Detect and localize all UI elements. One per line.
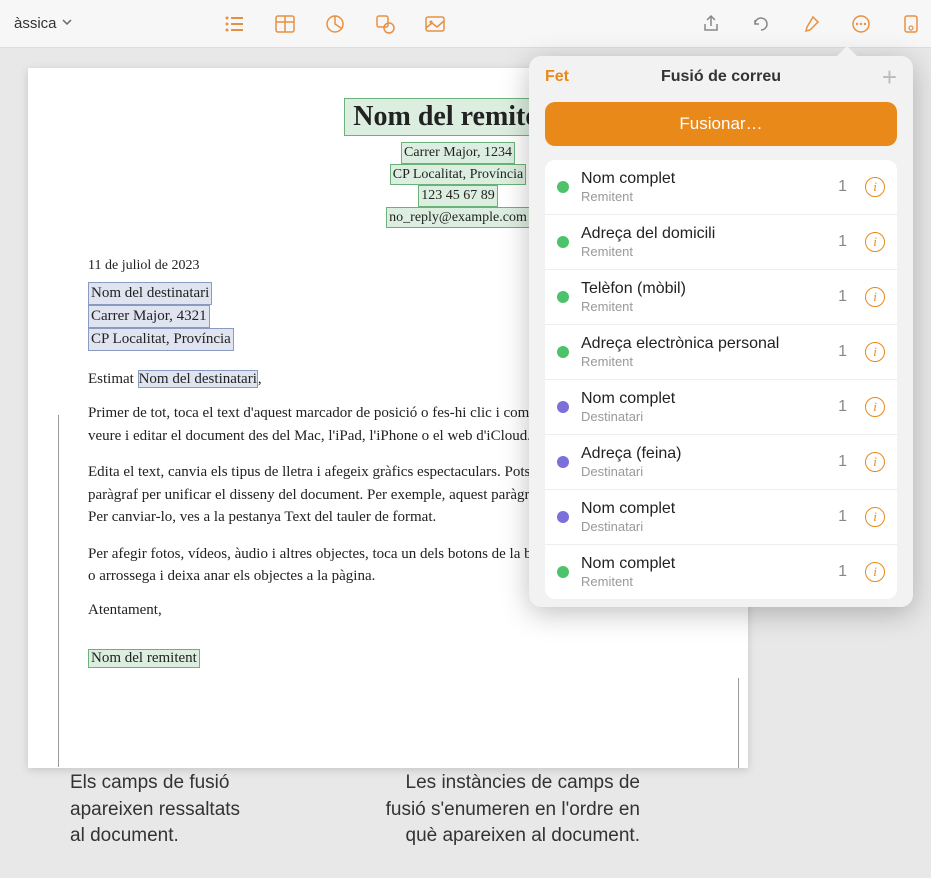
field-name-label: Nom complet bbox=[581, 500, 826, 518]
info-icon[interactable]: i bbox=[865, 342, 885, 362]
merge-field-list: Nom completRemitent1iAdreça del domicili… bbox=[545, 160, 897, 599]
info-icon[interactable]: i bbox=[865, 397, 885, 417]
field-sub-label: Remitent bbox=[581, 354, 826, 369]
shape-icon[interactable] bbox=[373, 12, 397, 36]
merge-field-row[interactable]: Adreça (feina)Destinatari 1i bbox=[545, 435, 897, 490]
merge-field-sender-footer[interactable]: Nom del remitent bbox=[88, 649, 200, 668]
merge-field-recipient-name[interactable]: Nom del destinatari bbox=[88, 282, 212, 305]
info-icon[interactable]: i bbox=[865, 507, 885, 527]
info-icon[interactable]: i bbox=[865, 562, 885, 582]
media-icon[interactable] bbox=[423, 12, 447, 36]
merge-field-row[interactable]: Nom completDestinatari 1i bbox=[545, 380, 897, 435]
callout-line-right bbox=[738, 678, 739, 768]
field-color-dot bbox=[557, 511, 569, 523]
document-settings-icon[interactable] bbox=[899, 12, 923, 36]
field-sub-label: Destinatari bbox=[581, 519, 826, 534]
merge-field-sender-email[interactable]: no_reply@example.com bbox=[386, 207, 530, 229]
merge-button[interactable]: Fusionar… bbox=[545, 102, 897, 146]
list-icon[interactable] bbox=[223, 12, 247, 36]
more-icon[interactable] bbox=[849, 12, 873, 36]
field-text: Nom completDestinatari bbox=[581, 500, 826, 534]
merge-field-sender-phone[interactable]: 123 45 67 89 bbox=[418, 185, 498, 207]
toolbar-center-icons bbox=[223, 12, 447, 36]
field-sub-label: Remitent bbox=[581, 244, 826, 259]
field-color-dot bbox=[557, 401, 569, 413]
salutation-suffix: , bbox=[258, 371, 262, 387]
done-button[interactable]: Fet bbox=[545, 68, 569, 86]
field-sub-label: Remitent bbox=[581, 189, 826, 204]
format-brush-icon[interactable] bbox=[799, 12, 823, 36]
undo-icon[interactable] bbox=[749, 12, 773, 36]
field-count: 1 bbox=[838, 508, 847, 526]
field-name-label: Nom complet bbox=[581, 390, 826, 408]
merge-field-row[interactable]: Telèfon (mòbil)Remitent 1i bbox=[545, 270, 897, 325]
callout-left: Els camps de fusió apareixen ressaltats … bbox=[70, 770, 250, 850]
field-name-label: Adreça (feina) bbox=[581, 445, 826, 463]
merge-field-row[interactable]: Nom completRemitent 1i bbox=[545, 545, 897, 599]
toolbar-right-icons bbox=[699, 12, 923, 36]
field-color-dot bbox=[557, 456, 569, 468]
field-color-dot bbox=[557, 346, 569, 358]
field-name-label: Nom complet bbox=[581, 170, 826, 188]
field-name-label: Telèfon (mòbil) bbox=[581, 280, 826, 298]
field-color-dot bbox=[557, 181, 569, 193]
popover-title: Fusió de correu bbox=[529, 68, 913, 86]
field-color-dot bbox=[557, 291, 569, 303]
info-icon[interactable]: i bbox=[865, 452, 885, 472]
field-color-dot bbox=[557, 566, 569, 578]
field-sub-label: Destinatari bbox=[581, 464, 826, 479]
field-count: 1 bbox=[838, 398, 847, 416]
toolbar-left: àssica bbox=[8, 11, 79, 36]
field-count: 1 bbox=[838, 343, 847, 361]
merge-field-sender-city[interactable]: CP Localitat, Província bbox=[390, 164, 527, 186]
field-name-label: Nom complet bbox=[581, 555, 826, 573]
info-icon[interactable]: i bbox=[865, 177, 885, 197]
merge-field-recipient-city[interactable]: CP Localitat, Província bbox=[88, 328, 234, 351]
field-text: Adreça (feina)Destinatari bbox=[581, 445, 826, 479]
style-label: àssica bbox=[14, 15, 57, 32]
field-count: 1 bbox=[838, 563, 847, 581]
merge-field-sender-street[interactable]: Carrer Major, 1234 bbox=[401, 142, 515, 164]
table-icon[interactable] bbox=[273, 12, 297, 36]
field-sub-label: Destinatari bbox=[581, 409, 826, 424]
field-count: 1 bbox=[838, 453, 847, 471]
field-color-dot bbox=[557, 236, 569, 248]
field-text: Nom completRemitent bbox=[581, 170, 826, 204]
field-name-label: Adreça electrònica personal bbox=[581, 335, 826, 353]
field-count: 1 bbox=[838, 233, 847, 251]
chart-icon[interactable] bbox=[323, 12, 347, 36]
info-icon[interactable]: i bbox=[865, 232, 885, 252]
mail-merge-popover: Fet Fusió de correu + Fusionar… Nom comp… bbox=[529, 56, 913, 607]
field-text: Nom completDestinatari bbox=[581, 390, 826, 424]
field-name-label: Adreça del domicili bbox=[581, 225, 826, 243]
merge-field-row[interactable]: Nom completRemitent 1i bbox=[545, 160, 897, 215]
field-count: 1 bbox=[838, 288, 847, 306]
field-text: Adreça electrònica personalRemitent bbox=[581, 335, 826, 369]
merge-field-row[interactable]: Nom completDestinatari 1i bbox=[545, 490, 897, 545]
merge-field-recipient-street[interactable]: Carrer Major, 4321 bbox=[88, 305, 210, 328]
callout-right: Les instàncies de camps de fusió s'enume… bbox=[370, 770, 640, 850]
merge-field-row[interactable]: Adreça del domiciliRemitent 1i bbox=[545, 215, 897, 270]
add-field-button[interactable]: + bbox=[882, 69, 897, 85]
field-text: Nom completRemitent bbox=[581, 555, 826, 589]
toolbar: àssica bbox=[0, 0, 931, 48]
salutation-prefix: Estimat bbox=[88, 371, 138, 387]
field-sub-label: Remitent bbox=[581, 299, 826, 314]
merge-field-row[interactable]: Adreça electrònica personalRemitent 1i bbox=[545, 325, 897, 380]
share-icon[interactable] bbox=[699, 12, 723, 36]
popover-header: Fet Fusió de correu + bbox=[529, 56, 913, 94]
info-icon[interactable]: i bbox=[865, 287, 885, 307]
paragraph-style-dropdown[interactable]: àssica bbox=[8, 11, 79, 36]
field-text: Telèfon (mòbil)Remitent bbox=[581, 280, 826, 314]
merge-field-salutation-name[interactable]: Nom del destinatari bbox=[138, 370, 258, 388]
chevron-down-icon bbox=[61, 15, 73, 32]
field-text: Adreça del domiciliRemitent bbox=[581, 225, 826, 259]
field-sub-label: Remitent bbox=[581, 574, 826, 589]
field-count: 1 bbox=[838, 178, 847, 196]
callout-line-left bbox=[58, 415, 59, 767]
